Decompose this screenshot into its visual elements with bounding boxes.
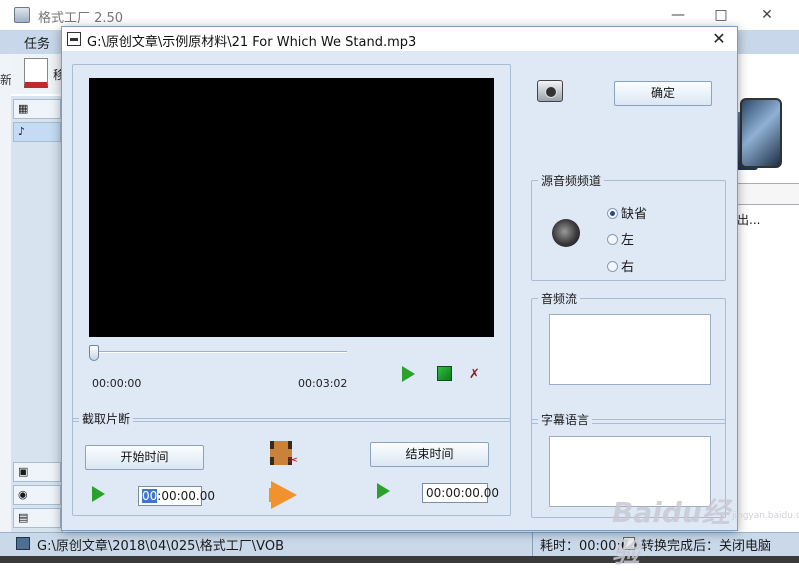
ok-button[interactable]: 确定 xyxy=(614,81,712,106)
seek-slider-track[interactable] xyxy=(89,351,347,353)
scissors-icon: ✂ xyxy=(288,453,299,467)
status-divider xyxy=(532,532,533,556)
play-icon xyxy=(92,486,105,502)
start-time-rest: :00:00.00 xyxy=(157,489,215,503)
baidu-watermark: Baidu经验jingyan.baidu.com xyxy=(612,491,799,569)
maximize-icon[interactable]: □ xyxy=(710,5,732,25)
channel-left-label: 左 xyxy=(621,233,635,248)
output-partial-text: 出... xyxy=(737,213,761,227)
sidebar-item-tools[interactable]: ▤ xyxy=(13,508,61,528)
total-time-label: 00:03:02 xyxy=(298,377,348,390)
main-window-title: 格式工厂 2.50 xyxy=(38,11,124,26)
channel-right-radio[interactable]: 右 xyxy=(607,256,634,275)
clip-settings-dialog: G:\原创文章\示例原材料\21 For Which We Stand.mp3 … xyxy=(61,26,738,531)
current-time-label: 00:00:00 xyxy=(92,377,142,390)
stop-button[interactable] xyxy=(436,365,454,383)
taskbar-strip xyxy=(0,556,799,563)
tools-icon: ▤ xyxy=(18,511,29,524)
subtitle-language-label: 字幕语言 xyxy=(538,411,593,428)
device-image xyxy=(740,98,782,168)
start-time-button[interactable]: 开始时间 xyxy=(85,445,204,470)
end-time-input[interactable]: 00:00:00.00 xyxy=(422,483,499,503)
source-channel-label: 源音频频道 xyxy=(538,172,605,189)
app-icon xyxy=(14,7,30,23)
play-to-end-button[interactable] xyxy=(377,483,395,501)
sidebar-item-video[interactable]: ▦ xyxy=(13,99,61,119)
play-icon xyxy=(402,366,415,382)
play-icon xyxy=(377,483,390,499)
video-preview xyxy=(89,78,494,337)
speaker-icon xyxy=(552,219,580,247)
video-icon: ▦ xyxy=(18,102,29,115)
stop-icon xyxy=(437,366,452,381)
mute-icon: ✗ xyxy=(469,367,480,382)
menu-task[interactable]: 任务 xyxy=(24,33,50,52)
start-time-input[interactable]: 00:00:00.00 xyxy=(138,486,215,506)
disc-icon: ◉ xyxy=(18,488,28,501)
sidebar-item-disc[interactable]: ◉ xyxy=(13,485,61,505)
remove-document-icon[interactable] xyxy=(24,58,48,88)
radio-dot xyxy=(607,208,618,219)
camera-icon[interactable] xyxy=(537,80,563,102)
sidebar-item-image[interactable]: ▣ xyxy=(13,462,61,482)
dialog-title: G:\原创文章\示例原材料\21 For Which We Stand.mp3 xyxy=(87,35,417,50)
clip-group-label: 截取片断 xyxy=(79,410,134,427)
dialog-close-icon[interactable]: ✕ xyxy=(707,28,731,50)
watermark-sub: jingyan.baidu.com xyxy=(732,511,799,521)
channel-default-label: 缺省 xyxy=(621,207,648,222)
play-button[interactable] xyxy=(402,366,420,384)
channel-right-label: 右 xyxy=(621,260,635,275)
end-time-button[interactable]: 结束时间 xyxy=(370,442,489,467)
channel-default-radio[interactable]: 缺省 xyxy=(607,203,647,222)
dialog-file-icon xyxy=(67,32,81,46)
radio-dot xyxy=(607,234,618,245)
audio-stream-list[interactable] xyxy=(549,314,711,385)
channel-left-radio[interactable]: 左 xyxy=(607,229,634,248)
music-note-icon: ♪ xyxy=(18,125,26,138)
status-output-path: G:\原创文章\2018\04\025\格式工厂\VOB xyxy=(37,539,284,554)
sidebar-item-audio[interactable]: ♪ xyxy=(13,122,61,142)
left-edge xyxy=(0,54,11,534)
arrow-right-icon xyxy=(271,481,297,509)
play-from-start-button[interactable] xyxy=(92,486,110,504)
seek-slider-thumb[interactable] xyxy=(89,345,99,361)
mute-button[interactable]: ✗ xyxy=(469,366,487,384)
start-time-selection: 00 xyxy=(142,489,158,503)
audio-stream-label: 音频流 xyxy=(538,290,581,307)
output-folder-icon[interactable] xyxy=(16,537,30,550)
image-icon: ▣ xyxy=(18,465,29,478)
output-list-header xyxy=(736,183,799,205)
radio-dot xyxy=(607,261,618,272)
window-close-icon[interactable]: ✕ xyxy=(756,5,778,25)
minimize-icon[interactable]: — xyxy=(667,5,689,25)
status-after-action: 转换完成后：关闭电脑 xyxy=(641,539,772,554)
